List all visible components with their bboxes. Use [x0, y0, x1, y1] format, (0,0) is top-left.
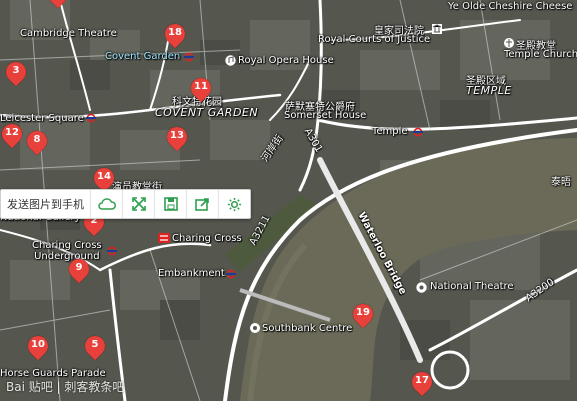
venue-icon: [250, 323, 260, 333]
label-royal-opera-house: Royal Opera House: [238, 55, 334, 66]
label-temple-area: TEMPLE: [466, 84, 512, 97]
label-somerset-house: Somerset House: [284, 110, 367, 121]
church-icon: [504, 38, 514, 48]
label-temple-church: Temple Church: [504, 49, 577, 60]
label-leicester-square: Leicester Square: [0, 113, 84, 124]
court-icon: [432, 24, 442, 34]
label-ye-olde-cheshire: Ye Olde Cheshire Cheese: [448, 1, 573, 12]
label-thames-zh: 泰晤: [551, 177, 571, 188]
map-marker[interactable]: 12: [0, 119, 27, 149]
label-charing-cross-underground: Charing Cross Underground: [32, 240, 102, 262]
map-marker[interactable]: 11: [186, 73, 216, 103]
label-covent-garden-station: Covent Garden: [105, 51, 181, 62]
map-marker[interactable]: 10: [23, 331, 53, 361]
label-southbank-centre: Southbank Centre: [262, 323, 353, 334]
underground-icon: [86, 113, 96, 123]
cloud-icon[interactable]: [90, 190, 122, 218]
map-marker[interactable]: 18: [160, 19, 190, 49]
map-marker[interactable]: 8: [22, 126, 52, 156]
expand-icon[interactable]: [122, 190, 154, 218]
save-icon[interactable]: [154, 190, 186, 218]
map-toolbar: 发送图片到手机: [0, 189, 251, 219]
share-icon[interactable]: [186, 190, 218, 218]
underground-icon: [226, 269, 236, 279]
send-to-phone-button[interactable]: 发送图片到手机: [1, 196, 90, 212]
map-marker[interactable]: 19: [348, 299, 378, 329]
underground-icon: [107, 246, 117, 256]
map-marker[interactable]: 9: [64, 254, 94, 284]
label-temple-station: Temple: [372, 126, 408, 137]
label-embankment: Embankment: [158, 268, 225, 279]
music-note-icon: [225, 55, 236, 66]
underground-icon: [413, 127, 423, 137]
label-covent-garden-area: COVENT GARDEN: [155, 106, 259, 119]
label-royal-courts: Royal Courts of Justice: [318, 34, 431, 45]
label-charing-cross: Charing Cross: [172, 233, 242, 244]
map-marker[interactable]: 5: [80, 331, 110, 361]
map-marker[interactable]: 3: [1, 57, 31, 87]
settings-icon[interactable]: [218, 190, 250, 218]
label-national-theatre: National Theatre: [430, 281, 514, 292]
underground-icon: [184, 52, 194, 62]
map-marker[interactable]: 17: [407, 367, 437, 397]
map-marker[interactable]: 13: [162, 122, 192, 152]
label-cambridge-theatre: Cambridge Theatre: [20, 28, 117, 39]
map-marker[interactable]: 14: [89, 163, 119, 193]
national-rail-icon: [158, 233, 170, 243]
watermark: Bai 贴吧 | 刺客教条吧: [6, 380, 125, 394]
theatre-icon: [416, 282, 427, 293]
map-marker-partial[interactable]: [43, 0, 73, 9]
